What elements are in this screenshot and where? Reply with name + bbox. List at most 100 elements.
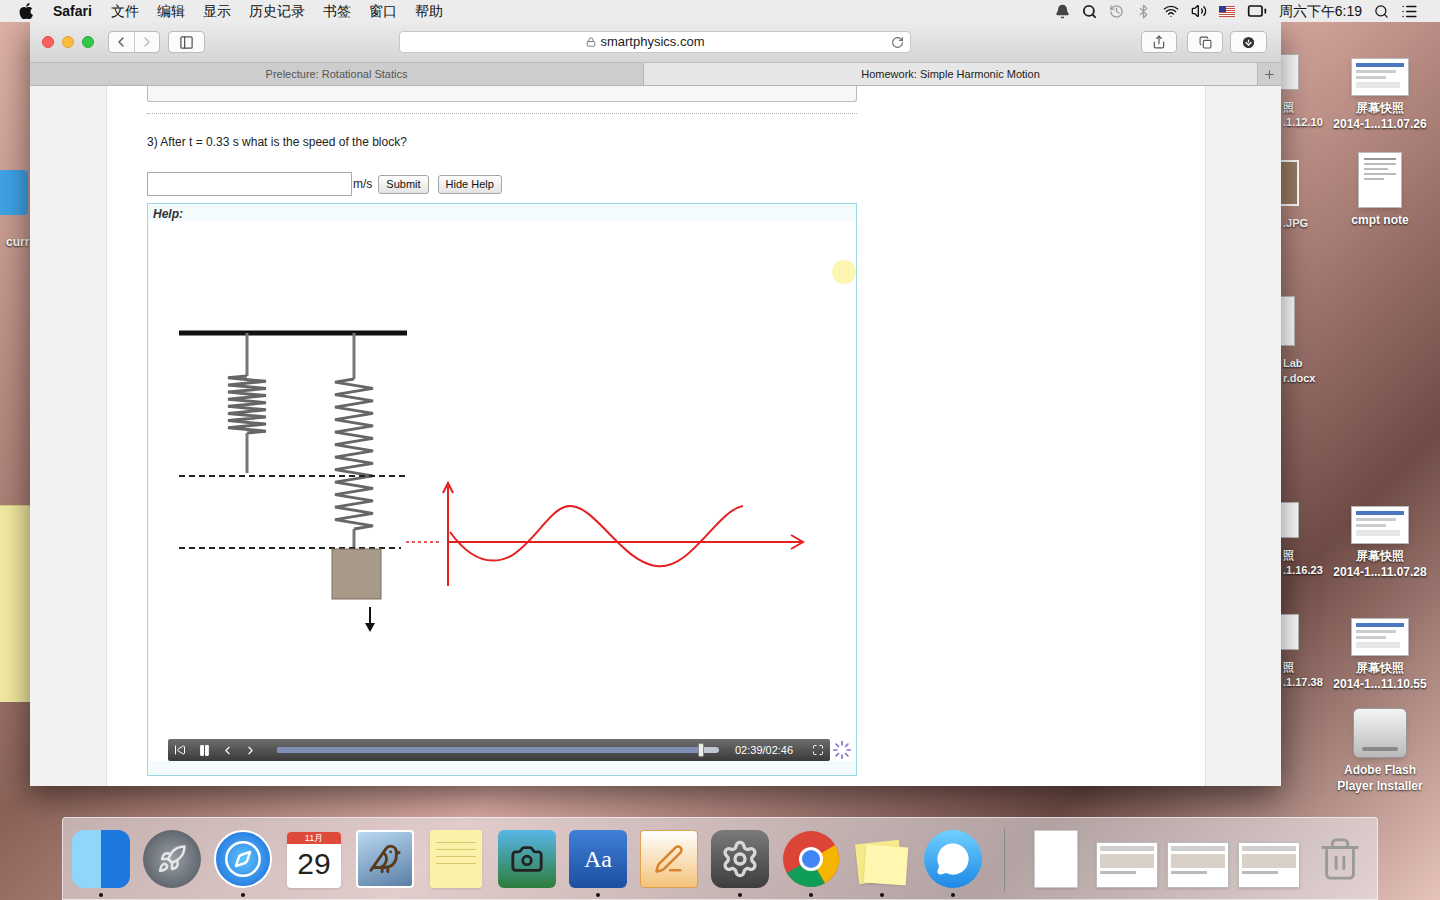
desktop-icon[interactable]: Adobe FlashPlayer Installer bbox=[1322, 700, 1438, 794]
answer-input[interactable] bbox=[147, 172, 352, 196]
menu-item[interactable]: 书签 bbox=[323, 1, 351, 22]
dictionary-icon[interactable]: Aa bbox=[569, 830, 627, 888]
url-text[interactable]: smartphysics.com bbox=[600, 32, 704, 52]
back-button[interactable] bbox=[109, 32, 135, 52]
dock-item[interactable] bbox=[1169, 828, 1227, 897]
zoom-button[interactable] bbox=[82, 36, 94, 48]
preview-icon[interactable] bbox=[356, 830, 414, 888]
back-icon[interactable] bbox=[113, 34, 129, 50]
notification-bell-icon[interactable] bbox=[1055, 4, 1070, 19]
dock-item[interactable] bbox=[640, 828, 698, 897]
address-field[interactable]: smartphysics.com bbox=[399, 31, 911, 53]
dock-item[interactable] bbox=[1098, 828, 1156, 897]
system-preferences-icon[interactable] bbox=[711, 830, 769, 888]
next-icon[interactable] bbox=[244, 744, 257, 757]
video-player[interactable]: 02:39/02:46 bbox=[149, 221, 856, 761]
window-thumbnail-icon[interactable] bbox=[1096, 842, 1158, 888]
dock-item[interactable] bbox=[356, 828, 414, 897]
menu-item[interactable]: 历史记录 bbox=[249, 1, 305, 22]
battery-icon[interactable] bbox=[1247, 1, 1267, 21]
window-thumbnail-icon[interactable] bbox=[1167, 842, 1229, 888]
dock-item[interactable]: 11月29 bbox=[285, 828, 343, 897]
download-icon[interactable] bbox=[1241, 35, 1256, 50]
iphoto-icon[interactable] bbox=[498, 830, 556, 888]
dock-item[interactable]: Aa bbox=[569, 828, 627, 897]
menu-item[interactable]: 显示 bbox=[203, 1, 231, 22]
trash-icon[interactable] bbox=[1311, 830, 1369, 888]
sidebar-icon[interactable] bbox=[179, 35, 194, 50]
dock-item[interactable] bbox=[427, 828, 485, 897]
pages-icon[interactable] bbox=[640, 830, 698, 888]
notification-center-icon[interactable] bbox=[1401, 3, 1418, 20]
close-button[interactable] bbox=[42, 36, 54, 48]
desktop-icon[interactable]: 照.1.12.10 bbox=[1281, 40, 1323, 130]
stickies-icon[interactable] bbox=[853, 838, 911, 888]
apple-icon[interactable] bbox=[19, 3, 33, 19]
notes-icon[interactable] bbox=[430, 830, 482, 888]
desktop-icon-label[interactable]: curr bbox=[6, 233, 29, 251]
time-machine-icon[interactable] bbox=[1109, 4, 1124, 19]
previous-icon[interactable] bbox=[221, 744, 234, 757]
share-icon[interactable] bbox=[1152, 35, 1166, 49]
launchpad-icon[interactable] bbox=[143, 830, 201, 888]
hide-help-button[interactable]: Hide Help bbox=[438, 175, 502, 194]
progress-thumb[interactable] bbox=[698, 743, 704, 757]
submit-button[interactable]: Submit bbox=[378, 175, 428, 194]
search-icon[interactable] bbox=[1374, 4, 1389, 19]
plus-icon[interactable] bbox=[1263, 68, 1276, 81]
dock-item[interactable] bbox=[924, 828, 982, 897]
desktop-icon[interactable]: cmpt note bbox=[1322, 150, 1438, 228]
dock-item[interactable] bbox=[1311, 828, 1369, 897]
dock-item[interactable] bbox=[72, 828, 130, 897]
share-button[interactable] bbox=[1141, 31, 1177, 53]
new-tab-button[interactable] bbox=[1258, 63, 1281, 85]
dock-item[interactable] bbox=[143, 828, 201, 897]
dock-item[interactable] bbox=[853, 828, 911, 897]
tabs-button[interactable] bbox=[1187, 31, 1223, 53]
downloads-button[interactable] bbox=[1230, 31, 1267, 53]
us-flag-icon[interactable] bbox=[1219, 6, 1235, 17]
dock-item[interactable] bbox=[1240, 828, 1298, 897]
dock-item[interactable] bbox=[711, 828, 769, 897]
messages-icon[interactable] bbox=[924, 830, 982, 888]
desktop-icon[interactable]: 照.1.17.38 bbox=[1281, 600, 1323, 690]
tabs-icon[interactable] bbox=[1199, 36, 1212, 49]
app-menu[interactable]: Safari bbox=[53, 1, 92, 22]
desktop-icon-slice[interactable] bbox=[0, 170, 28, 215]
menu-item[interactable]: 窗口 bbox=[369, 1, 397, 22]
desktop-icon[interactable]: 屏幕快照2014-1...11.07.26 bbox=[1322, 38, 1438, 132]
menu-item[interactable]: 编辑 bbox=[157, 1, 185, 22]
finder-icon[interactable] bbox=[72, 830, 130, 888]
forward-icon[interactable] bbox=[139, 34, 155, 50]
desktop-icon[interactable]: 屏幕快照2014-1...11.10.55 bbox=[1322, 598, 1438, 692]
calendar-icon[interactable]: 11月29 bbox=[287, 832, 341, 888]
bluetooth-icon[interactable] bbox=[1136, 4, 1151, 19]
dock-item[interactable] bbox=[498, 828, 556, 897]
pause-icon[interactable] bbox=[198, 744, 211, 757]
dock-item[interactable] bbox=[782, 828, 840, 897]
restart-icon[interactable] bbox=[174, 744, 186, 756]
forward-button[interactable] bbox=[135, 32, 160, 52]
desktop-icon[interactable]: Labr.docx bbox=[1281, 296, 1315, 386]
spotlight-search-icon[interactable] bbox=[1082, 4, 1097, 19]
desktop-icon[interactable]: 照.1.16.23 bbox=[1281, 488, 1323, 578]
clock[interactable]: 周六下午6:19 bbox=[1279, 1, 1362, 22]
dock-item[interactable] bbox=[214, 828, 272, 897]
document-icon[interactable] bbox=[1034, 830, 1078, 888]
desktop-icon[interactable]: 屏幕快照2014-1...11.07.28 bbox=[1322, 486, 1438, 580]
volume-icon[interactable] bbox=[1191, 3, 1207, 19]
sidebar-button[interactable] bbox=[168, 31, 205, 53]
minimize-button[interactable] bbox=[62, 36, 74, 48]
reload-icon[interactable] bbox=[891, 36, 904, 49]
desktop-icon[interactable]: .JPG bbox=[1281, 156, 1308, 231]
window-thumbnail-icon[interactable] bbox=[1238, 842, 1300, 888]
safari-icon[interactable] bbox=[214, 830, 272, 888]
progress-track[interactable] bbox=[277, 747, 719, 753]
menu-item[interactable]: 文件 bbox=[111, 1, 139, 22]
dock-item[interactable] bbox=[1027, 828, 1085, 897]
wifi-icon[interactable] bbox=[1163, 3, 1179, 19]
fullscreen-icon[interactable] bbox=[812, 744, 824, 756]
chrome-icon[interactable] bbox=[782, 830, 840, 888]
menu-item[interactable]: 帮助 bbox=[415, 1, 443, 22]
browser-tab[interactable]: Homework: Simple Harmonic Motion bbox=[644, 63, 1258, 85]
